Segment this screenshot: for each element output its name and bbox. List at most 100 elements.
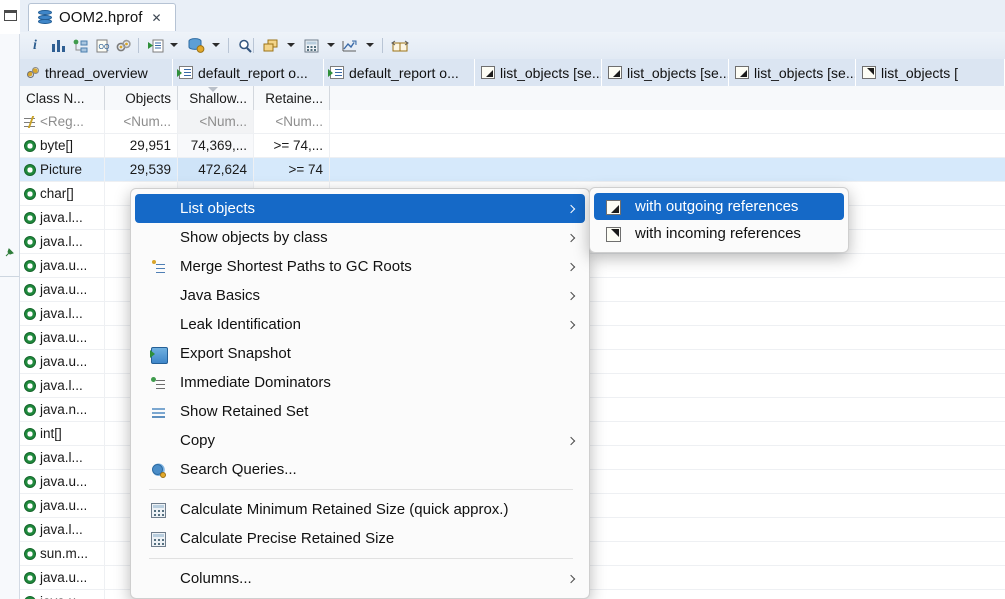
menu-item-calculate-minimum-retained-size[interactable]: Calculate Minimum Retained Size (quick a… [135, 495, 585, 524]
submenu-item-with-outgoing-references[interactable]: with outgoing references [594, 193, 844, 220]
dominator-tree-icon[interactable] [72, 36, 88, 55]
cell-class-name: int[] [20, 422, 105, 445]
result-tab-label: list_objects [se... [500, 64, 602, 81]
cell-class-name: byte[] [20, 134, 105, 157]
class-icon [24, 571, 36, 584]
cell-text: java.l... [40, 306, 83, 321]
cell-retained: >= 74 [254, 158, 330, 181]
submenu-item-with-incoming-references[interactable]: with incoming references [594, 220, 844, 247]
submenu-item-label: with incoming references [635, 225, 801, 242]
result-tab-default-report-2[interactable]: default_report o... [324, 59, 475, 86]
oql-icon[interactable]: OQ [94, 36, 110, 55]
cell-objects: 29,951 [105, 134, 178, 157]
result-tab-list-objects-1[interactable]: list_objects [se... [475, 59, 602, 86]
class-icon [24, 187, 36, 200]
table-filter-row[interactable]: <Reg... <Num... <Num... <Num... [20, 110, 1005, 134]
context-menu: List objects Show objects by class Merge… [130, 188, 590, 599]
group-by-dropdown-arrow[interactable] [287, 43, 295, 47]
table-row[interactable]: Picture 29,539 472,624 >= 74 [20, 158, 1005, 182]
cell-class-name: java.u... [20, 326, 105, 349]
class-icon [24, 499, 36, 512]
menu-item-list-objects[interactable]: List objects [135, 194, 585, 223]
cell-text: java.u... [40, 594, 87, 599]
cell-class-name: java.l... [20, 206, 105, 229]
cell-text: Picture [40, 162, 83, 177]
calculator-icon[interactable] [303, 36, 319, 55]
list-objects-icon [608, 66, 622, 79]
table-row[interactable]: byte[] 29,951 74,369,... >= 74,... [20, 134, 1005, 158]
calculator-dropdown-arrow[interactable] [327, 43, 335, 47]
filter-cell-retained[interactable]: <Num... [254, 110, 330, 133]
result-tab-list-objects-4[interactable]: list_objects [ [856, 59, 1005, 86]
filter-icon [24, 116, 37, 128]
menu-item-merge-shortest-paths[interactable]: Merge Shortest Paths to GC Roots [135, 252, 585, 281]
column-header-shallow-heap[interactable]: Shallow... [178, 86, 254, 110]
editor-tab-label: OOM2.hprof [59, 9, 143, 26]
menu-item-label: Search Queries... [180, 461, 297, 478]
cell-class-name: java.u... [20, 566, 105, 589]
table-header-row: Class N... Objects Shallow... Retaine... [20, 86, 1005, 111]
svg-text:OQ: OQ [98, 44, 109, 51]
export-chart-icon[interactable] [342, 36, 358, 55]
close-icon[interactable]: ✕ [152, 12, 162, 24]
incoming-references-icon [606, 226, 621, 242]
search-icon[interactable] [237, 36, 253, 55]
query-browser-dropdown-arrow[interactable] [212, 43, 220, 47]
column-label: Class N... [26, 90, 85, 106]
class-icon [24, 163, 36, 176]
cell-text: java.l... [40, 522, 83, 537]
query-browser-icon[interactable] [188, 36, 205, 55]
cell-shallow: 472,624 [178, 158, 254, 181]
compare-icon[interactable] [391, 36, 409, 55]
result-tab-list-objects-2[interactable]: list_objects [se... [602, 59, 729, 86]
cell-text: java.n... [40, 402, 88, 417]
editor-tab-oom2[interactable]: OOM2.hprof ✕ [28, 3, 176, 31]
menu-item-immediate-dominators[interactable]: Immediate Dominators [135, 368, 585, 397]
menu-item-leak-identification[interactable]: Leak Identification [135, 310, 585, 339]
filter-cell-objects[interactable]: <Num... [105, 110, 178, 133]
run-report-dropdown-arrow[interactable] [170, 43, 178, 47]
thread-overview-icon[interactable] [116, 36, 132, 55]
cell-text: java.l... [40, 210, 83, 225]
class-icon [24, 403, 36, 416]
chevron-right-icon [566, 262, 576, 271]
menu-item-columns[interactable]: Columns... [135, 564, 585, 593]
cell-text: java.u... [40, 330, 88, 345]
histogram-icon[interactable] [50, 36, 66, 55]
cell-class-name: java.l... [20, 518, 105, 541]
list-objects-incoming-icon [862, 66, 876, 79]
group-by-icon[interactable] [263, 36, 279, 55]
class-icon [24, 283, 36, 296]
export-chart-dropdown-arrow[interactable] [366, 43, 374, 47]
column-header-objects[interactable]: Objects [105, 86, 178, 110]
menu-item-show-retained-set[interactable]: Show Retained Set [135, 397, 585, 426]
filter-cell-shallow[interactable]: <Num... [178, 110, 254, 133]
column-header-class-name[interactable]: Class N... [20, 86, 105, 110]
run-expert-report-icon[interactable] [148, 36, 164, 55]
menu-item-search-queries[interactable]: Search Queries... [135, 455, 585, 484]
result-tab-thread-overview[interactable]: thread_overview [20, 59, 173, 86]
cell-text: java.u... [40, 282, 88, 297]
pin-icon[interactable] [5, 245, 14, 257]
cell-text: java.u... [40, 474, 88, 489]
cell-class-name: java.u... [20, 470, 105, 493]
result-tab-default-report-1[interactable]: default_report o... [173, 59, 324, 86]
column-header-retained-heap[interactable]: Retaine... [254, 86, 330, 110]
menu-item-java-basics[interactable]: Java Basics [135, 281, 585, 310]
result-tab-list-objects-3[interactable]: list_objects [se... [729, 59, 856, 86]
restore-view-button[interactable] [0, 0, 21, 35]
result-tab-label: default_report o... [349, 64, 459, 81]
cell-text: java.u... [40, 498, 88, 513]
menu-item-calculate-precise-retained-size[interactable]: Calculate Precise Retained Size [135, 524, 585, 553]
info-icon[interactable]: i [28, 36, 42, 55]
cell-text: java.u... [40, 570, 88, 585]
filter-cell-class-name[interactable]: <Reg... [20, 110, 105, 133]
cell-text: java.l... [40, 378, 83, 393]
cell-class-name: java.u... [20, 494, 105, 517]
menu-item-show-objects-by-class[interactable]: Show objects by class [135, 223, 585, 252]
filter-placeholder: <Num... [275, 114, 323, 129]
menu-item-export-snapshot[interactable]: Export Snapshot [135, 339, 585, 368]
cell-text: sun.m... [40, 546, 89, 561]
cell-retained: >= 74,... [254, 134, 330, 157]
menu-item-copy[interactable]: Copy [135, 426, 585, 455]
